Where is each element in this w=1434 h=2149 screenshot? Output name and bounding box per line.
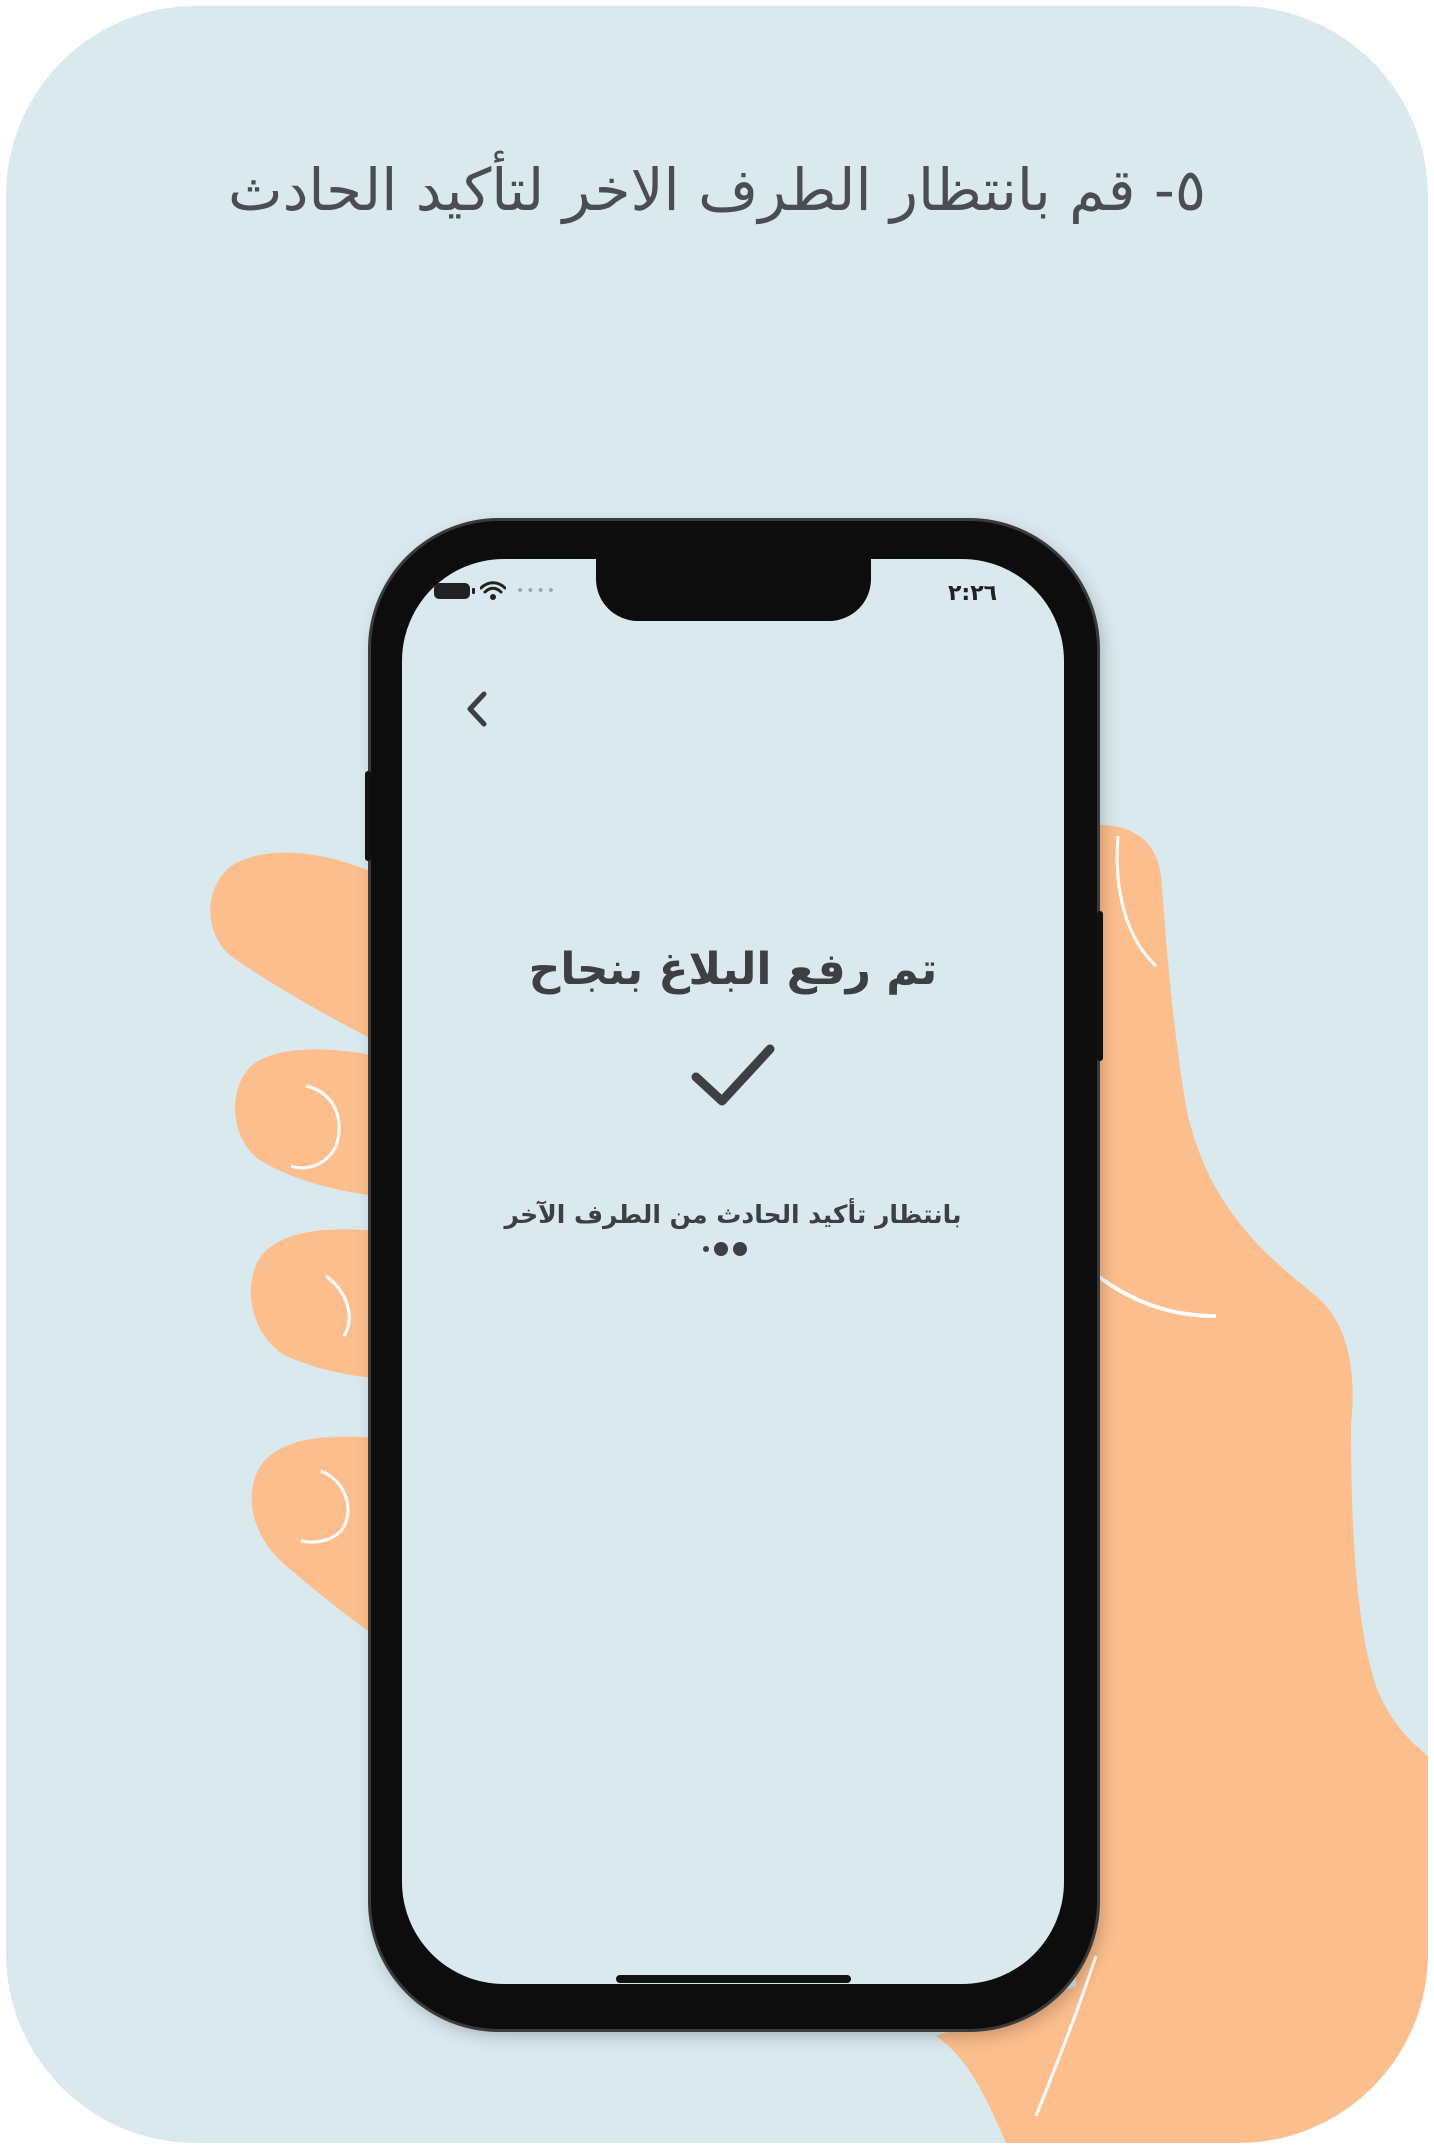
status-icons: ••••: [434, 581, 557, 601]
phone-screen: •••• ٢:٢٦ تم رفع البلاغ بنجاح بانتظار تأ…: [402, 559, 1064, 1984]
loading-dots-icon: [703, 1242, 747, 1256]
success-title: تم رفع البلاغ بنجاح: [528, 944, 938, 995]
checkmark-icon: [691, 1044, 775, 1106]
finger-1: [210, 852, 376, 1041]
loading-dot: [733, 1242, 747, 1256]
notch: [596, 559, 871, 621]
phone-device: •••• ٢:٢٦ تم رفع البلاغ بنجاح بانتظار تأ…: [365, 521, 1103, 2029]
wifi-icon: [480, 581, 506, 600]
finger-4: [251, 1436, 376, 1636]
tutorial-card: ٥- قم بانتظار الطرف الاخر لتأكيد الحادث: [6, 6, 1428, 2143]
finger-3: [250, 1229, 376, 1378]
loading-dot: [714, 1242, 728, 1256]
waiting-text: بانتظار تأكيد الحادث من الطرف الآخر: [504, 1200, 962, 1229]
home-indicator[interactable]: [616, 1975, 851, 1983]
status-time: ٢:٢٦: [948, 581, 998, 606]
loading-dot: [703, 1246, 709, 1252]
signal-icon: ••••: [516, 583, 558, 599]
chevron-left-icon[interactable]: [456, 684, 496, 734]
finger-2: [234, 1049, 376, 1196]
volume-button: [365, 771, 371, 861]
battery-icon: [434, 583, 475, 599]
power-button: [1097, 911, 1103, 1061]
